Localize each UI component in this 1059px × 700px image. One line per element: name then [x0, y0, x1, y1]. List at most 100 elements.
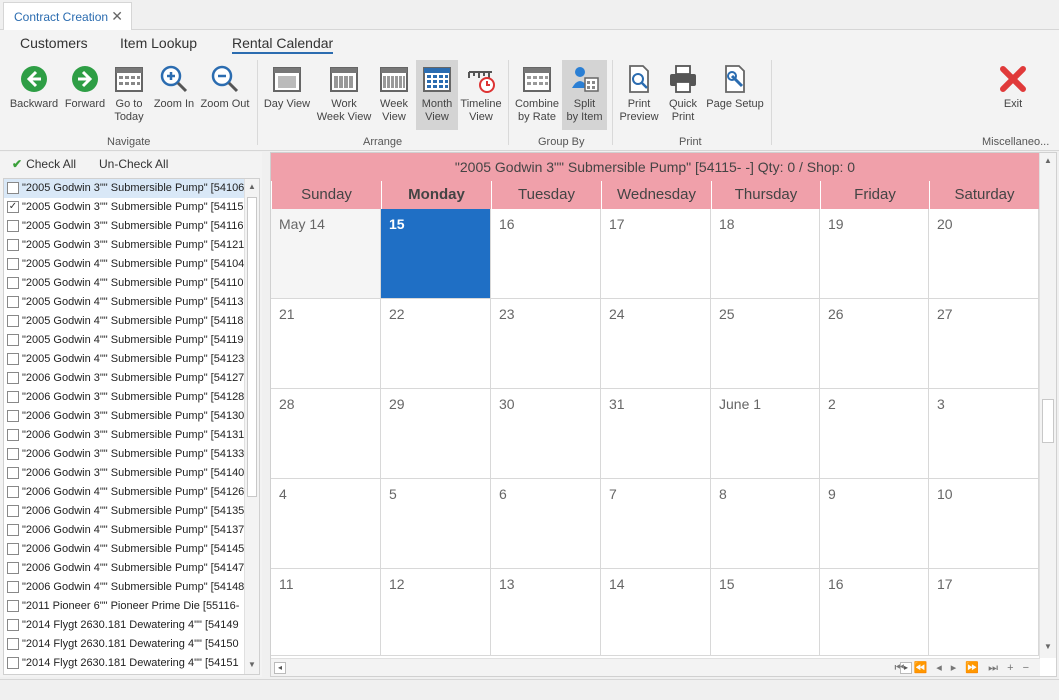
list-item[interactable]: ✓ "2005 Godwin 3"" Submersible Pump" [541…: [4, 198, 244, 217]
calendar-day-cell[interactable]: May 14: [271, 209, 381, 299]
list-item[interactable]: "2006 Godwin 4"" Submersible Pump" [5413…: [4, 502, 244, 521]
calendar-day-cell[interactable]: 19: [820, 209, 929, 299]
month-view-button[interactable]: Month View: [416, 60, 458, 130]
list-item[interactable]: "2005 Godwin 4"" Submersible Pump" [5411…: [4, 293, 244, 312]
calendar-vertical-scrollbar[interactable]: ▲ ▼: [1039, 153, 1056, 658]
item-checkbox[interactable]: [7, 562, 19, 574]
calendar-day-cell[interactable]: 20: [929, 209, 1039, 299]
exit-button[interactable]: Exit: [993, 60, 1033, 111]
calendar-day-cell[interactable]: 10: [929, 479, 1039, 569]
combine-by-rate-button[interactable]: Combine by Rate: [514, 60, 560, 124]
calendar-day-cell[interactable]: 18: [711, 209, 820, 299]
calendar-day-cell[interactable]: 15: [381, 209, 491, 299]
item-checkbox[interactable]: [7, 391, 19, 403]
scroll-up-icon[interactable]: ▲: [247, 181, 257, 193]
calendar-day-cell[interactable]: 16: [820, 569, 929, 656]
calendar-day-cell[interactable]: 26: [820, 299, 929, 389]
calendar-day-cell[interactable]: 29: [381, 389, 491, 479]
list-item[interactable]: "2011 Pioneer 6"" Pioneer Prime Die [551…: [4, 597, 244, 616]
navigator-buttons[interactable]: ⏮ ⏪ ◂ ▸ ⏩ ⏭ + −: [895, 661, 1032, 675]
list-item[interactable]: "2014 Flygt 2630.181 Dewatering 4"" [541…: [4, 635, 244, 654]
check-all-button[interactable]: ✔ Check All: [12, 157, 76, 171]
calendar-day-cell[interactable]: 27: [929, 299, 1039, 389]
item-checkbox[interactable]: [7, 657, 19, 669]
uncheck-all-button[interactable]: Un-Check All: [99, 157, 168, 171]
calendar-day-cell[interactable]: 21: [271, 299, 381, 389]
split-by-item-button[interactable]: Split by Item: [562, 60, 607, 130]
calendar-day-cell[interactable]: 7: [601, 479, 711, 569]
calendar-day-cell[interactable]: 22: [381, 299, 491, 389]
item-checkbox[interactable]: [7, 467, 19, 479]
tab-customers[interactable]: Customers: [20, 35, 88, 51]
list-item[interactable]: "2005 Godwin 4"" Submersible Pump" [5410…: [4, 255, 244, 274]
item-checkbox[interactable]: [7, 296, 19, 308]
calendar-day-cell[interactable]: 13: [491, 569, 601, 656]
list-item[interactable]: "2005 Godwin 4"" Submersible Pump" [5411…: [4, 274, 244, 293]
close-icon[interactable]: ✕: [111, 9, 123, 23]
day-view-button[interactable]: Day View: [262, 60, 312, 111]
calendar-day-cell[interactable]: 23: [491, 299, 601, 389]
calendar-day-cell[interactable]: 30: [491, 389, 601, 479]
work-week-view-button[interactable]: Work Week View: [316, 60, 372, 124]
calendar-day-cell[interactable]: 28: [271, 389, 381, 479]
item-checkbox[interactable]: [7, 505, 19, 517]
list-item[interactable]: "2005 Godwin 3"" Submersible Pump" [5410…: [4, 179, 244, 198]
list-item[interactable]: "2006 Godwin 3"" Submersible Pump" [5413…: [4, 407, 244, 426]
calendar-day-cell[interactable]: 16: [491, 209, 601, 299]
item-checkbox[interactable]: [7, 486, 19, 498]
list-item[interactable]: "2005 Godwin 4"" Submersible Pump" [5412…: [4, 350, 244, 369]
calendar-day-cell[interactable]: 14: [601, 569, 711, 656]
tab-item-lookup[interactable]: Item Lookup: [120, 35, 197, 51]
item-checkbox[interactable]: [7, 239, 19, 251]
calendar-day-cell[interactable]: 2: [820, 389, 929, 479]
scroll-down-icon[interactable]: ▼: [247, 659, 257, 671]
item-checkbox[interactable]: [7, 182, 19, 194]
calendar-day-cell[interactable]: June 1: [711, 389, 820, 479]
item-checkbox[interactable]: [7, 429, 19, 441]
calendar-day-cell[interactable]: 12: [381, 569, 491, 656]
list-item[interactable]: "2006 Godwin 4"" Submersible Pump" [5414…: [4, 540, 244, 559]
list-item[interactable]: "2005 Godwin 4"" Submersible Pump" [5411…: [4, 331, 244, 350]
list-item[interactable]: "2014 Flygt 2630.181 Dewatering 4"" [541…: [4, 616, 244, 635]
quick-print-button[interactable]: Quick Print: [663, 60, 703, 124]
item-checkbox[interactable]: [7, 619, 19, 631]
scroll-down-icon[interactable]: ▼: [1043, 641, 1053, 653]
item-checkbox[interactable]: [7, 277, 19, 289]
item-checkbox[interactable]: [7, 410, 19, 422]
item-checkbox[interactable]: ✓: [7, 201, 19, 213]
list-item[interactable]: "2006 Godwin 4"" Submersible Pump" [5414…: [4, 559, 244, 578]
item-checkbox[interactable]: [7, 258, 19, 270]
calendar-day-cell[interactable]: 11: [271, 569, 381, 656]
zoom-out-button[interactable]: Zoom Out: [199, 60, 251, 111]
item-checkbox[interactable]: [7, 448, 19, 460]
calendar-day-cell[interactable]: 4: [271, 479, 381, 569]
page-setup-button[interactable]: Page Setup: [706, 60, 764, 111]
list-scrollbar-thumb[interactable]: [247, 197, 257, 497]
item-checkbox[interactable]: [7, 600, 19, 612]
zoom-in-button[interactable]: Zoom In: [152, 60, 196, 111]
calendar-day-cell[interactable]: 8: [711, 479, 820, 569]
item-checkbox[interactable]: [7, 220, 19, 232]
item-checkbox[interactable]: [7, 315, 19, 327]
timeline-view-button[interactable]: Timeline View: [460, 60, 502, 124]
calendar-day-cell[interactable]: 9: [820, 479, 929, 569]
calendar-day-cell[interactable]: 25: [711, 299, 820, 389]
item-checkbox[interactable]: [7, 353, 19, 365]
calendar-day-cell[interactable]: 3: [929, 389, 1039, 479]
list-item[interactable]: "2014 Flygt 2630.181 Dewatering 4"" [541…: [4, 654, 244, 673]
go-to-today-button[interactable]: Go to Today: [110, 60, 148, 124]
calendar-day-cell[interactable]: 15: [711, 569, 820, 656]
item-checkbox[interactable]: [7, 524, 19, 536]
calendar-scrollbar-thumb[interactable]: [1042, 399, 1054, 443]
list-item[interactable]: "2006 Godwin 3"" Submersible Pump" [5414…: [4, 464, 244, 483]
scroll-left-icon[interactable]: ◂: [274, 662, 286, 674]
list-item[interactable]: "2006 Godwin 3"" Submersible Pump" [5413…: [4, 426, 244, 445]
list-scrollbar[interactable]: ▲ ▼: [244, 179, 259, 674]
list-item[interactable]: "2006 Godwin 3"" Submersible Pump" [5413…: [4, 445, 244, 464]
calendar-day-cell[interactable]: 5: [381, 479, 491, 569]
calendar-day-cell[interactable]: 24: [601, 299, 711, 389]
list-item[interactable]: "2006 Godwin 3"" Submersible Pump" [5412…: [4, 369, 244, 388]
scroll-up-icon[interactable]: ▲: [1043, 155, 1053, 167]
document-tab-contract-creation[interactable]: Contract Creation ✕: [3, 2, 132, 30]
item-checkbox[interactable]: [7, 543, 19, 555]
